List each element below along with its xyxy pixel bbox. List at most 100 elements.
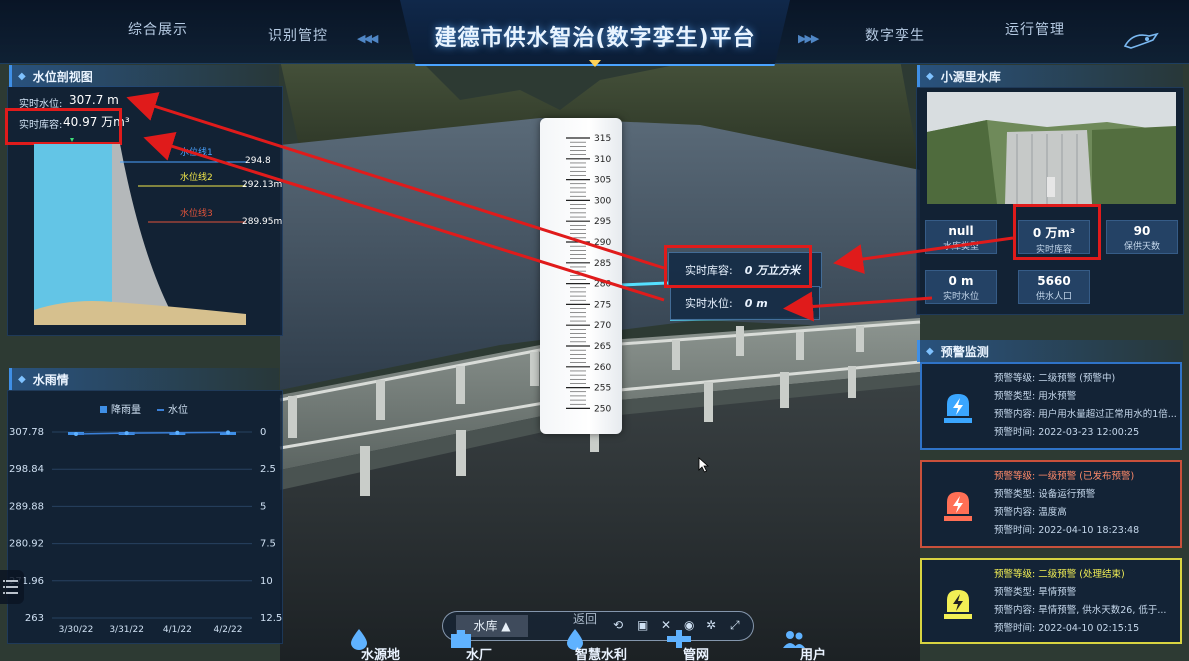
- y-left-tick-label: 289.88: [9, 501, 44, 512]
- ruler-tick-label: 260: [594, 363, 611, 373]
- nav-smart-water[interactable]: 智慧水利: [575, 644, 627, 661]
- warning-bell-icon: [944, 394, 972, 423]
- nav-identify-control[interactable]: 识别管控: [268, 25, 328, 45]
- stat-label: 供水人口: [1035, 292, 1072, 302]
- rain-panel-title: 水雨情: [32, 372, 69, 387]
- settings-icon[interactable]: ✲: [706, 618, 716, 632]
- ruler-tick-label: 285: [594, 259, 611, 269]
- ruler-tick-label: 270: [594, 321, 611, 331]
- info-popup-level: 实时水位: 0 m: [670, 286, 820, 320]
- water-level-line: [75, 431, 229, 435]
- ruler-tick-label: 250: [594, 404, 611, 414]
- warning-content: 预警内容: 旱情预警, 供水天数26, 低于...: [994, 605, 1167, 616]
- y-left-tick-label: 263: [25, 613, 44, 624]
- water-level-point: [74, 431, 78, 436]
- fullscreen-icon[interactable]: ⤢: [730, 618, 740, 633]
- level-value: 307.7 m: [69, 93, 119, 107]
- stat-water-level: 0 m 实时水位: [925, 270, 997, 304]
- diamond-icon: ◆: [926, 70, 934, 82]
- profile-panel-header: ◆ 水位剖视图: [9, 65, 279, 87]
- diamond-icon: ◆: [18, 70, 26, 82]
- water-level-ruler: 315 310 305 300 295 290 285 280 275 270 265 260 255 2…: [540, 118, 622, 434]
- ruler-tick-label: 255: [594, 384, 611, 394]
- water-line-1-value: 294.8: [245, 156, 271, 166]
- y-right-tick-label: 12.5: [260, 613, 282, 624]
- warning-panel-title: 预警监测: [940, 344, 989, 359]
- ruler-tick-label: 275: [594, 300, 611, 310]
- warning-time: 预警时间: 2022-04-10 18:23:48: [994, 525, 1140, 536]
- ruler-ticks: 315 310 305 300 295 290 285 280 275 270 265 260 255 2…: [566, 134, 611, 414]
- warning-bell-icon: [944, 590, 972, 619]
- stat-label: 实时水位: [942, 292, 979, 302]
- ruler-tick-label: 295: [594, 217, 611, 227]
- stat-supply-days: 90 保供天数: [1106, 220, 1178, 254]
- warning-card[interactable]: 预警等级: 一级预警 (已发布预警) 预警类型: 设备运行预警 预警内容: 温度…: [920, 460, 1182, 548]
- warning-card[interactable]: 预警等级: 二级预警 (处理结束) 预警类型: 旱情预警 预警内容: 旱情预警,…: [920, 558, 1182, 644]
- riverbed: [34, 301, 246, 325]
- logo-icon: [1123, 32, 1159, 49]
- menu-icon: [3, 580, 18, 594]
- x-tick-label: 3/30/22: [59, 625, 94, 635]
- rotate-icon[interactable]: ⟲: [613, 618, 623, 632]
- layout-icon[interactable]: ▣: [637, 618, 648, 632]
- rain-level-chart: 307.78 0298.84 2.5289.88 5280.92 7.5271.96 10…: [9, 427, 282, 635]
- ruler-tick-label: 265: [594, 342, 611, 352]
- reservoir-photo: [927, 92, 1176, 204]
- x-tick-label: 4/2/22: [214, 625, 243, 635]
- reservoir-panel-title: 小源里水库: [940, 69, 1001, 84]
- water-line-1-name: 水位线1: [180, 148, 213, 158]
- warning-content: 预警内容: 用户用水量超过正常用水的1倍...: [994, 409, 1177, 420]
- stat-value: 0 m: [948, 274, 974, 288]
- highlight-box: [664, 245, 812, 288]
- diamond-icon: ◆: [18, 373, 26, 385]
- stat-label: 保供天数: [1123, 242, 1160, 252]
- scene-select-value: 水库 ▲: [473, 619, 511, 633]
- dam-profile-diagram: [34, 138, 246, 325]
- ruler-tick-label: 280: [594, 280, 611, 290]
- y-right-tick-label: 2.5: [260, 464, 276, 475]
- y-left-tick-label: 280.92: [9, 539, 44, 550]
- ruler-tick-label: 305: [594, 176, 611, 186]
- warning-card[interactable]: 预警等级: 二级预警 (预警中) 预警类型: 用水预警 预警内容: 用户用水量超…: [920, 362, 1182, 450]
- warning-level: 预警等级: 二级预警 (处理结束): [994, 569, 1125, 580]
- title-marker-icon: [589, 60, 601, 67]
- nav-digital-twin[interactable]: 数字孪生: [865, 25, 925, 45]
- warning-type: 预警类型: 设备运行预警: [994, 489, 1096, 500]
- y-right-tick-label: 0: [260, 427, 266, 438]
- ruler-tick-label: 300: [594, 196, 611, 206]
- dam-body: [112, 144, 170, 310]
- stat-label: 水库类型: [942, 242, 979, 252]
- ruler-tick-label: 315: [594, 134, 611, 144]
- nav-operation[interactable]: 运行管理: [1005, 19, 1065, 39]
- popup-level-label: 实时水位:: [685, 297, 733, 310]
- warning-time: 预警时间: 2022-04-10 02:15:15: [994, 623, 1140, 634]
- x-tick-label: 4/1/22: [163, 625, 192, 635]
- warning-text: 预警等级: 一级预警 (已发布预警) 预警类型: 设备运行预警 预警内容: 温度…: [994, 468, 1179, 540]
- nav-water-source[interactable]: 水源地: [361, 644, 400, 661]
- menu-toggle-button[interactable]: [0, 570, 24, 604]
- water-level-marker-icon: [70, 138, 74, 142]
- nav-users[interactable]: 用户: [800, 644, 826, 661]
- nav-water-plant[interactable]: 水厂: [466, 644, 492, 661]
- mouse-cursor-icon: [698, 457, 710, 473]
- x-tick-label: 3/31/22: [109, 625, 144, 635]
- chevron-deco-icon: ▶▶▶: [798, 32, 819, 45]
- warning-level: 预警等级: 二级预警 (预警中): [994, 373, 1116, 384]
- warning-content: 预警内容: 温度高: [994, 507, 1067, 518]
- water-level-point: [175, 430, 180, 435]
- stat-reservoir-type: null 水库类型: [925, 220, 997, 254]
- chevron-deco-icon: ◀◀◀: [357, 32, 378, 45]
- water-line-2-value: 292.13m: [242, 180, 283, 190]
- nav-overview[interactable]: 综合展示: [128, 19, 188, 39]
- warning-bell-icon: [944, 492, 972, 521]
- diamond-icon: ◆: [926, 345, 934, 357]
- rain-panel-header: ◆ 水雨情: [9, 368, 279, 390]
- ruler-tick-label: 310: [594, 155, 611, 165]
- nav-pipe-network[interactable]: 管网: [683, 644, 709, 661]
- back-button[interactable]: 返回: [573, 610, 597, 627]
- ruler-tick-label: 290: [594, 238, 611, 248]
- warning-time: 预警时间: 2022-03-23 12:00:25: [994, 427, 1140, 438]
- water-line-3-name: 水位线3: [180, 209, 213, 219]
- warning-text: 预警等级: 二级预警 (处理结束) 预警类型: 旱情预警 预警内容: 旱情预警,…: [994, 566, 1179, 638]
- water-line-2-name: 水位线2: [180, 173, 213, 183]
